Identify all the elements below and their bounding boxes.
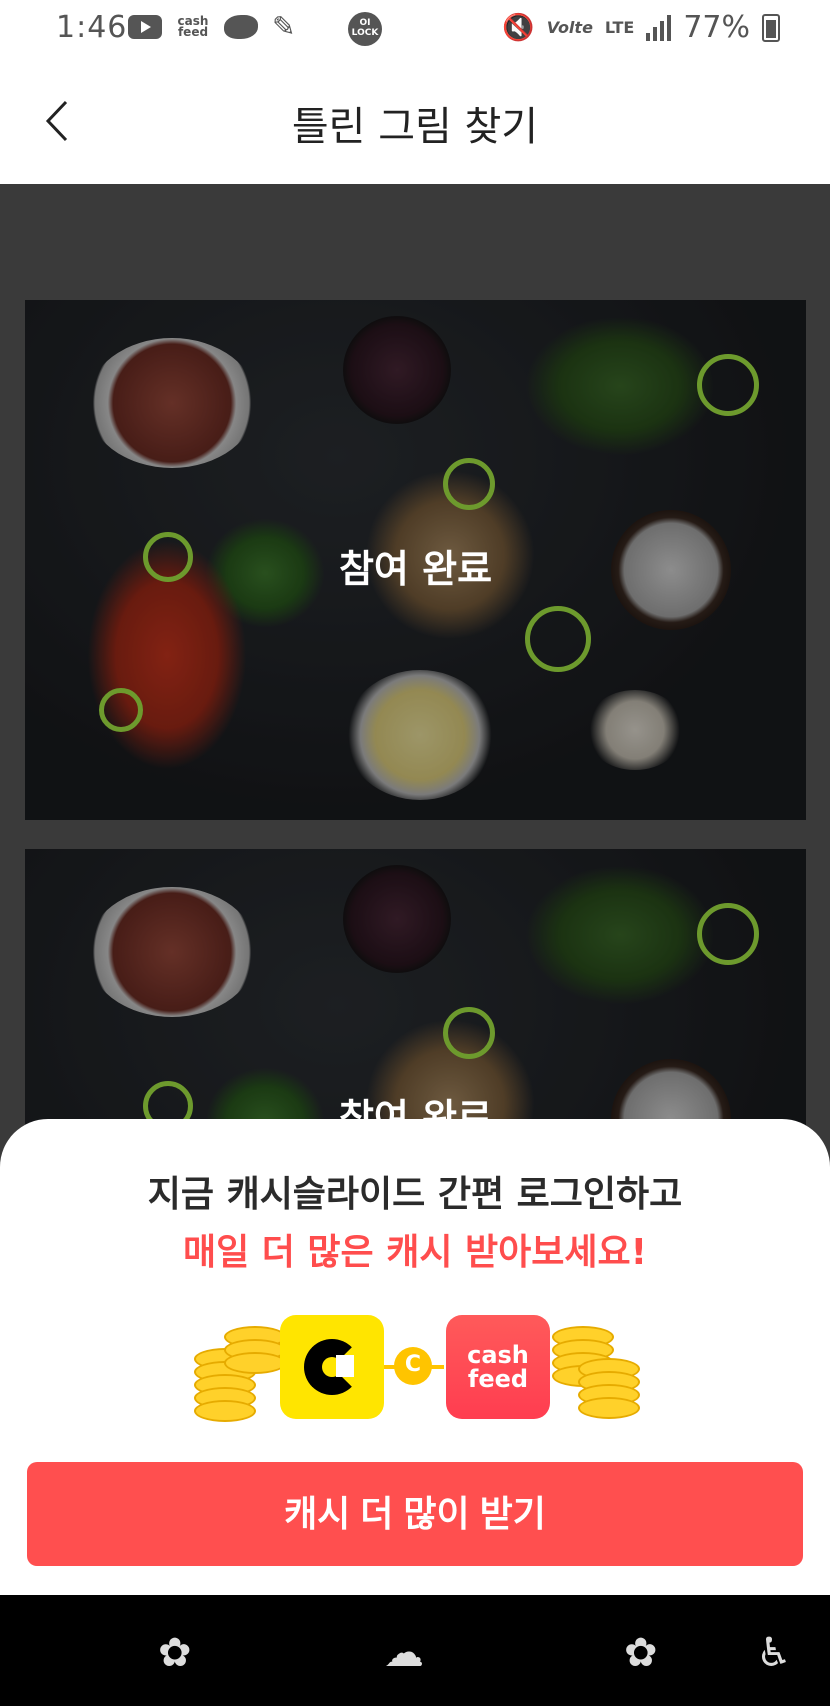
app-header: 틀린 그림 찾기: [0, 58, 830, 184]
login-promo-sheet: 지금 캐시슬라이드 간편 로그인하고 매일 더 많은 캐시 받아보세요! C c…: [0, 1119, 830, 1595]
youtube-icon: [128, 14, 162, 39]
found-difference-marker: [525, 606, 591, 672]
volte-label: Volte: [546, 18, 593, 37]
link-coin-icon: C: [394, 1347, 432, 1385]
battery-icon: [762, 13, 780, 42]
notification-icons: cash feed ✎: [128, 10, 295, 43]
card-status-label: 참여 완료: [338, 547, 493, 591]
cashslide-logo-icon: [280, 1315, 384, 1419]
status-bar: 1:46 cash feed ✎ OI LOCK 🔇 Volte LTE 77%: [0, 0, 830, 58]
system-nav-bar: ✿ ☁ ✿ ♿: [0, 1595, 830, 1706]
found-difference-marker: [697, 903, 759, 965]
cashfeed-mini-bottom: feed: [177, 24, 209, 39]
chat-bubble-icon: [224, 14, 258, 39]
game-card[interactable]: 참여 완료: [25, 300, 806, 820]
cashfeed-logo-bottom: feed: [467, 1365, 529, 1393]
signal-icon: [646, 14, 672, 41]
rainbow-cloud-icon[interactable]: ☁: [384, 1633, 424, 1673]
lock-app-icon: OI LOCK: [348, 12, 382, 46]
flower-icon[interactable]: ✿: [624, 1633, 658, 1673]
lock-badge-bottom: LOCK: [351, 28, 379, 38]
mute-icon: 🔇: [502, 12, 535, 43]
flower-icon[interactable]: ✿: [158, 1633, 192, 1673]
found-difference-marker: [697, 354, 759, 416]
get-more-cash-button[interactable]: 캐시 더 많이 받기: [27, 1462, 803, 1566]
found-difference-marker: [99, 688, 143, 732]
promo-subheadline: 매일 더 많은 캐시 받아보세요!: [183, 1232, 647, 1273]
system-icons: 🔇 Volte LTE 77%: [502, 10, 780, 45]
feather-icon: ✎: [272, 10, 296, 43]
cashfeed-mini-icon: cash feed: [176, 15, 210, 39]
cashfeed-logo-icon: cash feed: [446, 1315, 550, 1419]
coin-stack-icon: [578, 1358, 640, 1419]
page-title: 틀린 그림 찾기: [291, 104, 539, 150]
lte-label: LTE: [604, 18, 635, 37]
promo-illustration: C cash feed: [194, 1315, 644, 1445]
found-difference-marker: [443, 458, 495, 510]
clock: 1:46: [56, 10, 128, 45]
coin-stack-icon: [224, 1326, 286, 1374]
accessibility-icon[interactable]: ♿: [756, 1633, 792, 1673]
promo-headline: 지금 캐시슬라이드 간편 로그인하고: [147, 1174, 683, 1215]
battery-percent: 77%: [683, 10, 750, 45]
lock-badge-top: OI: [359, 18, 371, 28]
found-difference-marker: [443, 1007, 495, 1059]
